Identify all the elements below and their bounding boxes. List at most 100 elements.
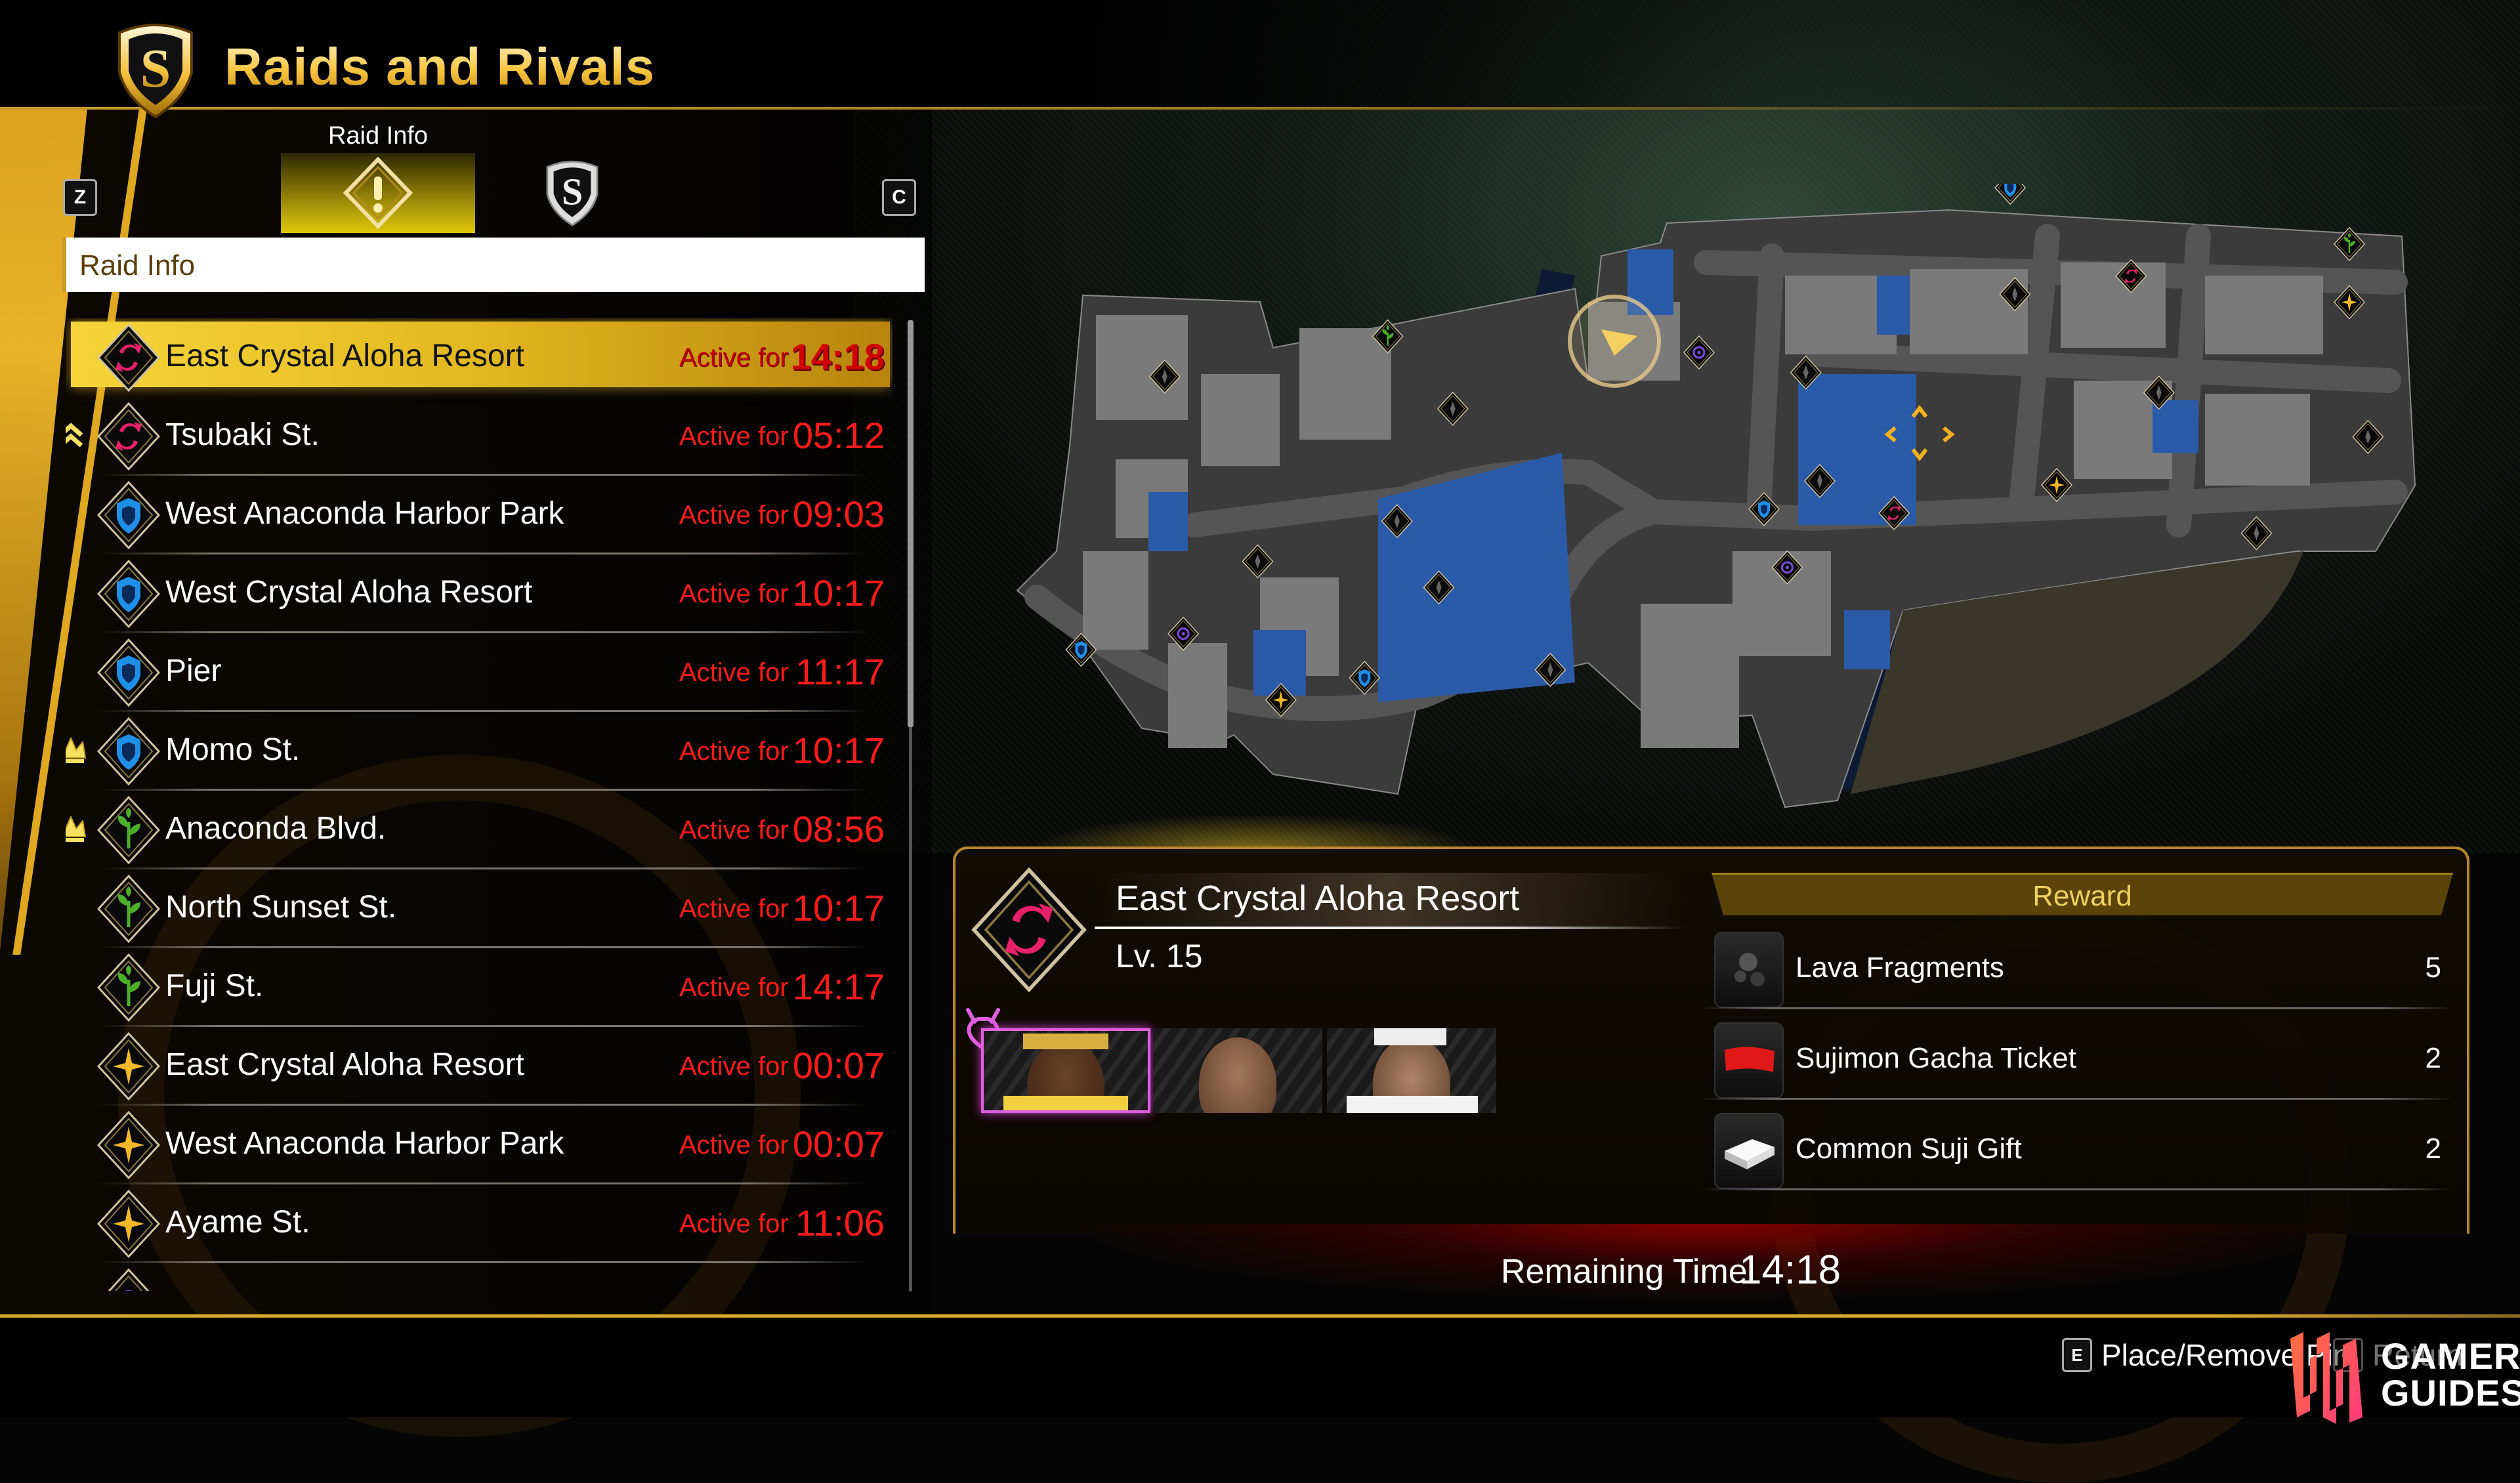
alert-diamond-icon [343, 157, 413, 229]
raid-list-item[interactable]: West Crystal Aloha Resort Active for 10:17 [66, 554, 892, 633]
raid-list-item[interactable]: Tsubaki St. Active for 05:12 [66, 397, 892, 476]
next-tab-key[interactable]: C [882, 179, 916, 216]
pink-cycle-raid-icon [96, 323, 161, 392]
watermark-line-1: GAMER [2381, 1335, 2520, 1377]
raid-timer: 00:07 [792, 1045, 885, 1086]
pink-cycle-raid-icon [96, 402, 161, 471]
raid-list-item[interactable]: Fuji St. Active for 14:17 [66, 948, 892, 1027]
active-for-label: Active for [679, 501, 789, 530]
rank-up-chevron-icon [66, 417, 89, 453]
raid-timer: 14:18 [790, 336, 885, 377]
raid-location-name: Pier [165, 654, 222, 688]
gacha-ticket-icon [1714, 1022, 1784, 1098]
pink-cycle-raid-icon [971, 867, 1087, 992]
raid-location-name: Momo St. [165, 732, 301, 767]
gamer-guides-watermark: GAMER GUIDES [2284, 1326, 2520, 1424]
raid-list-item-selected[interactable]: East Crystal Aloha Resort Active for 14:18 [66, 318, 892, 397]
map-raid-marker[interactable] [1994, 184, 2026, 205]
scrollbar-thumb[interactable] [908, 320, 914, 727]
city-map[interactable] [998, 184, 2454, 814]
reward-row: Common Suji Gift 2 [1700, 1100, 2454, 1190]
green-sprout-raid-icon [96, 953, 161, 1022]
title-underline [1095, 927, 1685, 929]
blue-shield-raid-icon [96, 717, 161, 786]
active-for-label: Active for [679, 343, 789, 372]
raid-list-item[interactable]: Momo St. Active for 10:17 [66, 712, 892, 791]
raid-location-name: Fuji St. [165, 969, 264, 1003]
svg-text:S: S [140, 38, 171, 99]
active-for-label: Active for [679, 1131, 789, 1159]
tab-raid-info[interactable] [281, 153, 475, 233]
green-sprout-raid-icon [96, 795, 161, 865]
remaining-time-value: 14:18 [1739, 1247, 1841, 1293]
watermark-line-2: GUIDES [2381, 1372, 2520, 1413]
svg-text:S: S [562, 170, 583, 213]
raid-timer: 11:17 [795, 651, 885, 692]
lava-fragments-icon [1714, 932, 1784, 1008]
raid-timer: 10:17 [792, 572, 885, 614]
raid-list-item[interactable]: West Anaconda Harbor Park Active for 00:07 [66, 1106, 892, 1184]
raid-detail-title: East Crystal Aloha Resort [1116, 879, 1520, 918]
active-for-label: Active for [679, 816, 789, 845]
section-header-label: Raid Info [79, 249, 196, 282]
reward-header: Reward [1712, 873, 2453, 915]
raid-timer: 09:03 [792, 493, 885, 535]
raid-location-name: West Anaconda Harbor Park [165, 496, 564, 531]
active-for-label: Active for [679, 894, 789, 923]
active-for-label: Active for [679, 1052, 789, 1081]
remaining-time-label: Remaining Time [1501, 1253, 1748, 1291]
raid-location-name: East Crystal Aloha Resort [165, 1047, 524, 1082]
raid-list-item[interactable]: East Crystal Aloha Resort Active for 00:07 [66, 1027, 892, 1106]
page-title: Raids and Rivals [224, 37, 656, 96]
reward-row: Sujimon Gacha Ticket 2 [1700, 1009, 2454, 1100]
active-tab-label: Raid Info [327, 122, 429, 150]
raid-timer: 08:56 [792, 808, 885, 850]
rival-portrait[interactable] [1153, 1028, 1322, 1113]
rival-portrait[interactable] [1327, 1028, 1496, 1113]
raid-list-item-partial[interactable] [66, 1263, 892, 1291]
headband [1023, 1034, 1108, 1049]
yellow-shirt [1003, 1096, 1128, 1110]
white-cap [1374, 1028, 1446, 1045]
gamer-guides-logo-icon [2290, 1332, 2362, 1424]
rival-face [1199, 1037, 1276, 1113]
white-jacket [1347, 1096, 1478, 1113]
raid-level: Lv. 15 [1116, 938, 1203, 974]
raid-timer: 14:17 [792, 966, 885, 1007]
prev-tab-key[interactable]: Z [63, 179, 97, 216]
raid-list-item[interactable]: West Anaconda Harbor Park Active for 09:03 [66, 476, 892, 554]
gift-box-icon [1714, 1113, 1784, 1189]
raid-list-item[interactable]: Ayame St. Active for 11:06 [66, 1184, 892, 1263]
reward-row: Lava Fragments 5 [1700, 919, 2454, 1009]
raid-list-item[interactable]: Anaconda Blvd. Active for 08:56 [66, 791, 892, 869]
footer-divider [0, 1314, 2520, 1318]
rival-portrait[interactable] [981, 1028, 1150, 1113]
blue-shield-raid-icon [96, 638, 161, 707]
raid-location-name: Ayame St. [165, 1205, 310, 1240]
active-for-label: Active for [679, 579, 789, 608]
raid-location-name: West Crystal Aloha Resort [165, 575, 533, 610]
crown-icon [66, 732, 89, 768]
active-for-label: Active for [679, 737, 789, 766]
raid-list-item[interactable]: Pier Active for 11:17 [66, 633, 892, 712]
watermark-text: GAMER GUIDES [2381, 1338, 2520, 1411]
raid-list-item[interactable]: North Sunset St. Active for 10:17 [66, 869, 892, 948]
player-location [1568, 295, 1661, 388]
raid-timer: 11:06 [795, 1202, 885, 1243]
gold-star-raid-icon [96, 1032, 161, 1101]
raid-list[interactable]: East Crystal Aloha Resort Active for 14:18… [66, 318, 892, 1291]
key-e: E [2062, 1338, 2092, 1372]
raid-location-name: Anaconda Blvd. [165, 811, 387, 846]
section-header: Raid Info [62, 238, 925, 292]
active-for-label: Active for [679, 973, 789, 1002]
blue-shield-raid-icon [96, 559, 161, 629]
reward-quantity: 2 [2425, 1133, 2441, 1165]
reward-header-label: Reward [2032, 880, 2132, 912]
suji-shield-icon: S [546, 160, 598, 226]
purple-swirl-raid-icon [97, 1268, 160, 1291]
crown-icon [66, 810, 89, 847]
reward-quantity: 2 [2425, 1042, 2441, 1074]
tab-rivals[interactable]: S [475, 153, 669, 233]
blue-shield-raid-icon [96, 480, 161, 550]
raid-location-name: Tsubaki St. [165, 417, 320, 452]
